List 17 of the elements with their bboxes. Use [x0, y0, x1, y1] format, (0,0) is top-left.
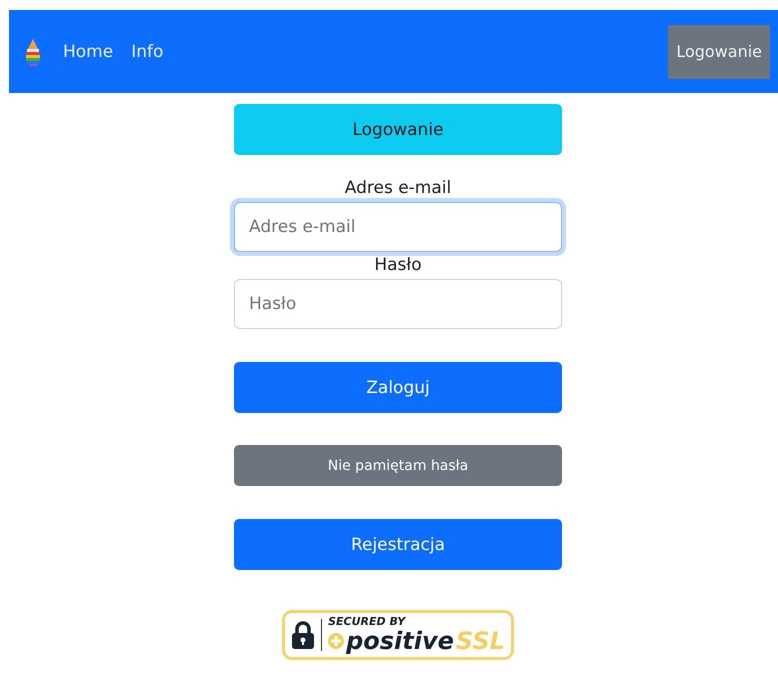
email-field[interactable]: Adres e-mail — [234, 202, 562, 252]
drop-logo-icon[interactable] — [25, 38, 41, 66]
nav-link[interactable]: Home — [63, 42, 114, 62]
password-field[interactable]: Hasło — [234, 279, 562, 329]
action-button[interactable]: Rejestracja — [234, 519, 562, 570]
field-label: Hasło — [373, 254, 423, 277]
plus-icon — [328, 633, 344, 649]
ssl-brand: positive — [346, 628, 454, 654]
login-button[interactable]: Logowanie — [668, 24, 770, 78]
ssl-caption: SECURED BY — [328, 616, 407, 628]
action-button[interactable]: Zaloguj — [234, 362, 562, 413]
forgot-password-button[interactable]: Nie pamiętam hasła — [234, 445, 562, 486]
field-label: Adres e-mail — [344, 177, 452, 200]
login-header-button[interactable]: Logowanie — [234, 104, 562, 155]
padlock-icon — [291, 621, 316, 649]
nav-link[interactable]: Info — [131, 42, 164, 62]
ssl-brand-suffix: SSL — [456, 628, 505, 654]
